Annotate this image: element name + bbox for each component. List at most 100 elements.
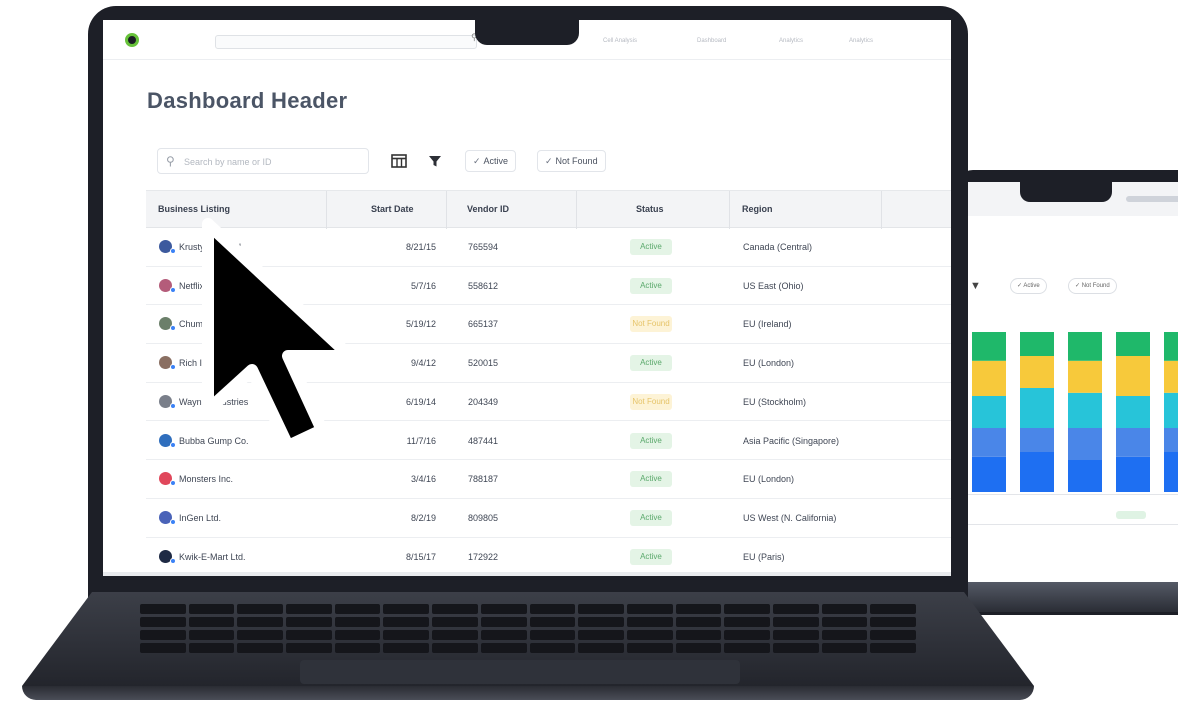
vendor-id-cell: 558612 [468, 280, 499, 291]
keyboard-key [334, 643, 381, 653]
keyboard-key [432, 617, 478, 627]
filter-button[interactable] [423, 150, 447, 172]
chip-active[interactable]: ✓ Active [465, 150, 517, 172]
keyboard-key [870, 643, 916, 653]
col-start-date[interactable]: Start Date [371, 204, 414, 214]
keyboard-key [334, 617, 381, 627]
status-badge: Active [630, 355, 672, 372]
chip-not-found[interactable]: ✓ Not Found [537, 150, 606, 172]
keyboard [140, 604, 916, 658]
avatar-badge [170, 557, 176, 564]
col-vendor-id[interactable]: Vendor ID [467, 204, 509, 214]
nav-tab-analytics[interactable]: Analytics [779, 38, 803, 44]
start-date-cell: 8/21/15 [405, 242, 436, 252]
bar-segment [1068, 460, 1102, 492]
app-logo[interactable] [125, 33, 139, 47]
keyboard-key [480, 604, 527, 614]
search-input[interactable] [184, 154, 364, 169]
column-divider[interactable] [881, 191, 882, 229]
vendor-id-cell: 204349 [468, 396, 499, 407]
keyboard-key [529, 630, 576, 640]
keyboard-key [383, 617, 430, 627]
bar-segment [972, 428, 1006, 457]
secondary-laptop-base [950, 582, 1178, 612]
column-divider[interactable] [576, 191, 577, 229]
col-region[interactable]: Region [742, 204, 773, 214]
keyboard-key [675, 604, 722, 614]
status-badge: Active [630, 239, 672, 255]
keyboard-key [480, 630, 527, 640]
key-row [140, 617, 916, 627]
keyboard-key [334, 630, 381, 640]
bar-segment [972, 332, 1006, 361]
keyboard-key [821, 643, 868, 653]
keyboard-key [237, 643, 284, 653]
keyboard-key [432, 630, 478, 640]
keyboard-key [626, 630, 673, 640]
keyboard-key [383, 630, 430, 640]
search-box[interactable]: ⚲ [157, 148, 369, 174]
secondary-divider [966, 524, 1178, 525]
secondary-nav-label [1126, 196, 1178, 202]
secondary-chip-active[interactable]: ✓ Active [1010, 278, 1047, 294]
keyboard-key [578, 630, 624, 640]
keyboard-key [286, 604, 332, 614]
camera-notch [475, 19, 579, 45]
column-divider[interactable] [446, 191, 447, 229]
trackpad [300, 660, 740, 684]
columns-button[interactable] [387, 150, 411, 172]
keyboard-key [772, 643, 819, 653]
avatar [159, 317, 176, 332]
keyboard-key [626, 617, 673, 627]
avatar-badge [170, 325, 176, 332]
bar-segment [1020, 356, 1054, 388]
keyboard-key [821, 630, 868, 640]
bar-segment [1164, 452, 1178, 492]
stacked-bar-chart [972, 332, 1178, 492]
start-date-cell: 9/4/12 [410, 358, 436, 369]
vendor-id-cell: 172922 [468, 551, 499, 562]
secondary-laptop-screen: ▼ ✓ Active ✓ Not Found [966, 182, 1178, 582]
address-bar[interactable] [215, 35, 477, 49]
avatar [159, 278, 176, 293]
filter-icon[interactable]: ▼ [970, 280, 981, 292]
keyboard-key [529, 643, 576, 653]
secondary-chip-label: Not Found [1081, 283, 1110, 289]
keyboard-key [724, 643, 770, 653]
nav-tab-cell-analysis[interactable]: Cell Analysis [603, 38, 637, 44]
nav-tab-analytics-2[interactable]: Analytics [849, 38, 873, 44]
table-row[interactable]: Kwik-E-Mart Ltd. 8/15/17 172922 Active EU (P… [146, 538, 951, 576]
mouse-pointer-icon [202, 218, 356, 450]
vendor-id-cell: 765594 [468, 242, 499, 252]
table-row[interactable]: InGen Ltd. 8/2/19 809805 Active US West (N. … [146, 499, 951, 538]
avatar-badge [170, 480, 176, 487]
keyboard-key [286, 617, 332, 627]
keyboard-key [821, 604, 868, 614]
keyboard-key [772, 617, 819, 627]
status-badge: Active [630, 548, 672, 565]
keyboard-key [432, 604, 478, 614]
table-row[interactable]: Monsters Inc. 3/4/16 788187 Active EU (Londo… [146, 460, 951, 499]
bar-segment [1164, 332, 1178, 361]
bar-segment [1116, 456, 1150, 492]
col-status[interactable]: Status [636, 204, 664, 214]
bar-segment [1116, 332, 1150, 356]
keyboard-key [724, 617, 770, 627]
nav-tab-dashboard[interactable]: Dashboard [697, 38, 726, 44]
bar-segment [972, 360, 1006, 396]
keyboard-key [529, 617, 576, 627]
bar-segment [972, 456, 1006, 492]
keyboard-key [383, 604, 430, 614]
avatar [159, 472, 176, 487]
secondary-laptop-notch [1020, 180, 1112, 202]
laptop-base-edge [22, 686, 1034, 700]
status-badge: Active [630, 509, 672, 526]
column-divider[interactable] [729, 191, 730, 229]
secondary-chip-notfound[interactable]: ✓ Not Found [1068, 278, 1117, 294]
keyboard-key [529, 604, 576, 614]
business-name-cell: InGen Ltd. [179, 512, 222, 523]
start-date-cell: 5/7/16 [410, 280, 436, 291]
region-cell: EU (Paris) [743, 551, 785, 562]
avatar-badge [170, 286, 176, 293]
keyboard-key [237, 630, 284, 640]
